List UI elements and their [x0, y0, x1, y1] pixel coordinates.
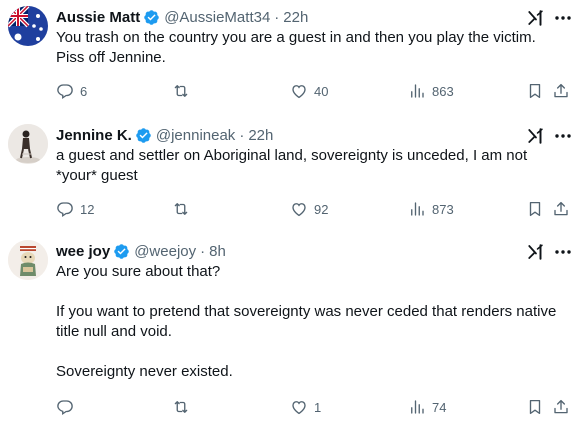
views-button[interactable]: 873	[408, 199, 454, 219]
australian-flag-icon	[8, 6, 48, 46]
like-icon	[292, 203, 306, 217]
reply-button[interactable]	[56, 397, 80, 417]
tweet-line: *your* guest	[56, 167, 138, 184]
tweet-actions: 6 40 863	[56, 81, 576, 101]
views-count: 74	[432, 399, 447, 415]
reply-icon	[57, 202, 73, 218]
more-icon[interactable]	[553, 10, 573, 26]
like-button[interactable]: 1	[290, 397, 321, 417]
tweet-header: Aussie Matt @AussieMatt34 · 22h	[56, 7, 308, 27]
tweet-text: You trash on the country you are a guest…	[56, 28, 576, 68]
views-icon	[411, 202, 424, 216]
repost-icon	[174, 85, 188, 97]
tweet-line: a guest and settler on Aboriginal land, …	[56, 147, 528, 164]
views-button[interactable]: 74	[408, 397, 446, 417]
share-button[interactable]	[552, 81, 570, 101]
tweet-wee-joy[interactable]: wee joy @weejoy · 8h Are you sure about …	[0, 234, 580, 421]
more-icon[interactable]	[553, 128, 573, 144]
tweet-jennine-k[interactable]: Jennine K. @jennineak · 22h a guest and …	[0, 118, 580, 234]
avatar[interactable]	[8, 240, 48, 280]
grok-icon[interactable]	[527, 243, 545, 261]
tweet-text: a guest and settler on Aboriginal land, …	[56, 146, 576, 186]
timestamp[interactable]: 8h	[209, 243, 226, 260]
verified-badge-icon	[144, 9, 159, 25]
share-icon	[554, 201, 568, 216]
like-button[interactable]: 40	[290, 81, 328, 101]
separator: ·	[200, 242, 206, 260]
tweet-blank-line	[56, 342, 576, 362]
more-icon[interactable]	[553, 244, 573, 260]
reply-icon	[57, 84, 73, 100]
share-button[interactable]	[552, 199, 570, 219]
like-icon	[292, 401, 306, 415]
grok-icon[interactable]	[527, 9, 545, 27]
reply-button[interactable]: 6	[56, 81, 87, 101]
views-icon	[411, 400, 424, 414]
person-photo-icon	[8, 124, 48, 164]
like-count: 92	[314, 201, 329, 217]
reply-count: 12	[80, 201, 95, 217]
tweet-line: If you want to pretend that sovereignty …	[56, 303, 557, 320]
bookmark-icon	[529, 399, 541, 415]
tweet-actions: 1 74	[56, 397, 576, 417]
verified-badge-icon	[114, 243, 129, 259]
reply-button[interactable]: 12	[56, 199, 94, 219]
tweet-blank-line	[56, 282, 576, 302]
views-icon	[411, 84, 424, 98]
tweet-line: Piss off Jennine.	[56, 49, 166, 66]
timestamp[interactable]: 22h	[283, 9, 308, 26]
separator: ·	[274, 8, 280, 26]
tweet-line: title null and void.	[56, 323, 172, 340]
reply-count: 6	[80, 83, 88, 99]
like-button[interactable]: 92	[290, 199, 328, 219]
share-icon	[554, 399, 568, 414]
display-name[interactable]: Aussie Matt	[56, 9, 140, 26]
share-button[interactable]	[552, 397, 570, 417]
repost-icon	[174, 401, 188, 413]
grok-icon[interactable]	[527, 127, 545, 145]
bookmark-icon	[529, 83, 541, 99]
display-name[interactable]: Jennine K.	[56, 127, 132, 144]
tweet-text: Are you sure about that? If you want to …	[56, 262, 576, 382]
handle[interactable]: @weejoy	[134, 243, 196, 260]
bookmark-button[interactable]	[526, 199, 544, 219]
verified-badge-icon	[136, 127, 151, 143]
avatar[interactable]	[8, 124, 48, 164]
avatar[interactable]	[8, 6, 48, 46]
tweet-header: Jennine K. @jennineak · 22h	[56, 125, 273, 145]
display-name[interactable]: wee joy	[56, 243, 110, 260]
timestamp[interactable]: 22h	[248, 127, 273, 144]
figurine-photo-icon	[8, 240, 48, 280]
repost-button[interactable]	[172, 397, 196, 417]
tweet-aussie-matt[interactable]: Aussie Matt @AussieMatt34 · 22h You tras…	[0, 0, 580, 118]
like-icon	[292, 85, 306, 99]
tweet-header: wee joy @weejoy · 8h	[56, 241, 226, 261]
like-count: 1	[314, 399, 322, 415]
tweet-line: You trash on the country you are a guest…	[56, 29, 536, 46]
tweet-line: Sovereignty never existed.	[56, 363, 233, 380]
views-count: 863	[432, 83, 454, 99]
tweet-actions: 12 92 873	[56, 199, 576, 219]
reply-icon	[57, 400, 73, 416]
share-icon	[554, 83, 568, 98]
repost-button[interactable]	[172, 81, 196, 101]
handle[interactable]: @jennineak	[156, 127, 235, 144]
views-button[interactable]: 863	[408, 81, 454, 101]
bookmark-icon	[529, 201, 541, 217]
like-count: 40	[314, 83, 329, 99]
handle[interactable]: @AussieMatt34	[164, 9, 270, 26]
bookmark-button[interactable]	[526, 81, 544, 101]
bookmark-button[interactable]	[526, 397, 544, 417]
separator: ·	[239, 126, 245, 144]
views-count: 873	[432, 201, 454, 217]
tweet-line: Are you sure about that?	[56, 263, 221, 280]
repost-icon	[174, 203, 188, 215]
repost-button[interactable]	[172, 199, 196, 219]
